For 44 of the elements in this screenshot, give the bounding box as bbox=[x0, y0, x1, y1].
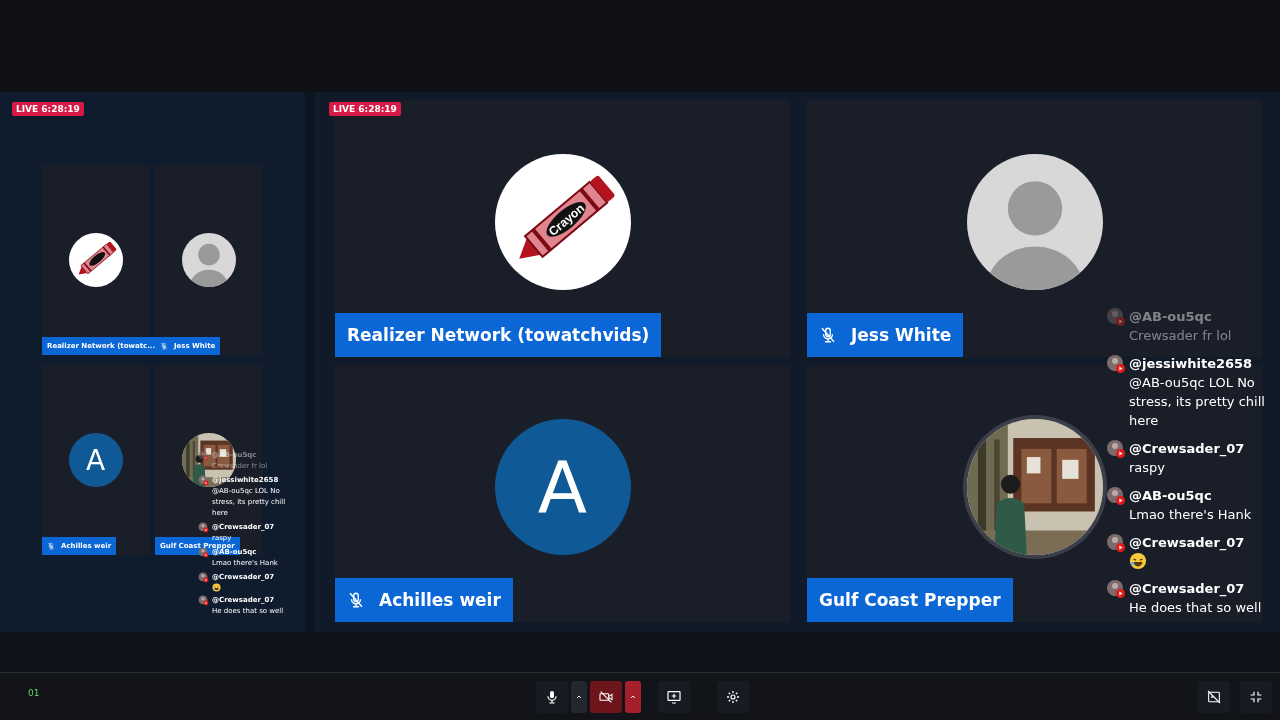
chat-message: raspy bbox=[1129, 459, 1167, 477]
chat-message: Crewsader fr lol bbox=[1129, 327, 1232, 345]
chat-username: @AB-ou5qc bbox=[1129, 487, 1213, 505]
participant-name: Gulf Coast Prepper bbox=[819, 590, 1001, 610]
camera-off-icon bbox=[598, 689, 614, 705]
laughing-emoji-icon bbox=[212, 583, 221, 592]
chat-username: @Crewsader_07 bbox=[1129, 534, 1245, 552]
user-avatar-icon bbox=[1106, 307, 1126, 327]
microphone-icon bbox=[544, 689, 560, 705]
chat-username: @Crewsader_07 bbox=[1129, 440, 1245, 458]
user-avatar-icon bbox=[1106, 579, 1126, 599]
chat-message: He does that so well bbox=[1129, 599, 1262, 617]
user-avatar-icon bbox=[1106, 439, 1126, 459]
chat-message: Lmao there's Hank bbox=[1129, 506, 1252, 524]
participant-name: Realizer Network (towatchvids) bbox=[347, 325, 650, 345]
chat-username: @Crewsader_07 bbox=[1129, 580, 1246, 598]
chat-username: @AB-ou5qc bbox=[1129, 308, 1213, 326]
toolbar-button[interactable] bbox=[536, 681, 568, 713]
participant-name: Achilles weir bbox=[379, 590, 501, 610]
live-badge: LIVE 6:28:19 bbox=[12, 102, 84, 116]
live-badge: LIVE 6:28:19 bbox=[329, 102, 401, 116]
chat-message: @AB-ou5qc LOL No stress, its pretty chill here bbox=[1129, 374, 1266, 430]
screen-share-icon bbox=[666, 689, 682, 705]
toolbar-button[interactable] bbox=[590, 681, 622, 713]
settings-icon bbox=[725, 689, 741, 705]
video-off-icon bbox=[1206, 689, 1222, 705]
chat-username: @jessiwhite2658 bbox=[1129, 355, 1254, 373]
avatar: A bbox=[68, 433, 123, 487]
user-avatar-icon bbox=[1106, 354, 1126, 374]
laughing-emoji-icon bbox=[1129, 552, 1147, 570]
user-avatar-icon bbox=[1106, 533, 1126, 553]
user-avatar-icon bbox=[198, 475, 209, 486]
collapse-icon bbox=[1248, 689, 1264, 705]
avatar: A bbox=[494, 419, 631, 555]
user-avatar-icon bbox=[198, 595, 209, 606]
toolbar-button[interactable] bbox=[717, 681, 749, 713]
status-indicator: 01 bbox=[28, 688, 40, 698]
user-avatar-icon bbox=[198, 450, 209, 461]
user-avatar-icon bbox=[198, 522, 209, 533]
user-avatar-icon bbox=[198, 572, 209, 583]
toolbar-button[interactable] bbox=[1198, 681, 1230, 713]
toolbar-button[interactable] bbox=[1240, 681, 1272, 713]
toolbar-button[interactable] bbox=[658, 681, 690, 713]
participant-name: Jess White bbox=[851, 325, 952, 345]
